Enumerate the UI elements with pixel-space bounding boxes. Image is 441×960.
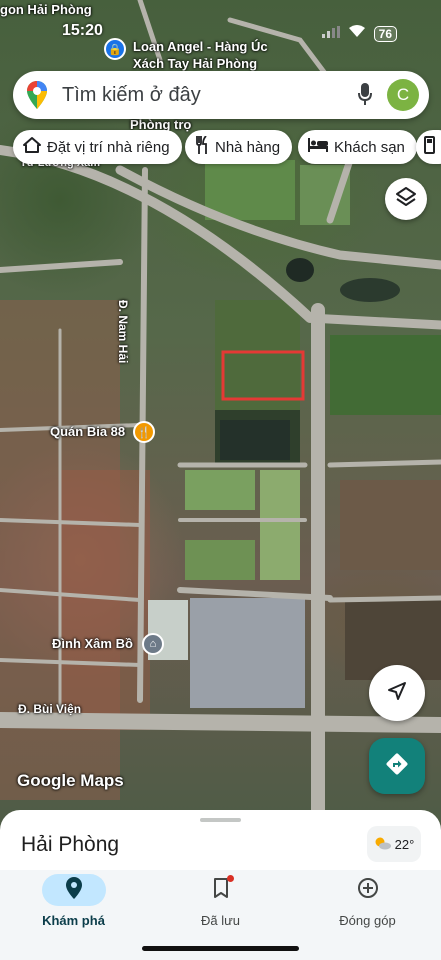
signal-icon <box>321 25 340 43</box>
notification-dot <box>226 874 234 882</box>
mic-icon[interactable] <box>358 83 372 110</box>
chip-hotel[interactable]: Khách sạn <box>298 130 417 164</box>
sheet-title: Hải Phòng <box>21 833 120 856</box>
maps-pin-icon <box>27 81 47 114</box>
nav-icon-container <box>336 874 400 906</box>
location-pin-icon <box>65 876 82 904</box>
status-bar: 15:20 76 <box>0 0 441 46</box>
nav-icon-container <box>189 874 253 906</box>
bookmark-icon <box>213 874 234 903</box>
battery-icon: 76 <box>373 25 397 42</box>
home-icon <box>23 136 41 158</box>
nav-item-saved[interactable]: Đã lưu <box>147 870 294 940</box>
hotel-icon <box>308 138 328 156</box>
map-label-quan-bia[interactable]: Quán Bia 88 <box>50 424 125 439</box>
restaurant-pin-icon[interactable]: 🍴 <box>133 421 155 443</box>
chip-label: Khách sạn <box>334 138 405 156</box>
chip-home[interactable]: Đặt vị trí nhà riêng <box>13 130 182 164</box>
wifi-icon <box>348 24 366 43</box>
directions-icon <box>384 751 410 782</box>
chip-label: Đặt vị trí nhà riêng <box>47 138 170 156</box>
temperature: 22° <box>394 836 415 852</box>
search-input[interactable]: Tìm kiếm ở đây <box>62 84 201 107</box>
gas-station-icon <box>424 136 440 158</box>
restaurant-icon <box>195 135 209 158</box>
street-label-nam-hai: Đ. Nam Hải <box>116 300 130 364</box>
chip-restaurant[interactable]: Nhà hàng <box>185 130 293 164</box>
directions-button[interactable] <box>369 738 425 794</box>
search-bar[interactable]: Tìm kiếm ở đây C <box>13 71 429 119</box>
navigation-arrow-icon <box>386 680 408 707</box>
avatar[interactable]: C <box>387 79 419 111</box>
nav-label: Đã lưu <box>200 913 241 928</box>
nav-label: Khám phá <box>42 913 105 928</box>
nav-label: Đóng góp <box>339 913 396 928</box>
nav-item-contribute[interactable]: Đóng góp <box>294 870 441 940</box>
sheet-drag-handle[interactable] <box>200 818 241 822</box>
weather-badge[interactable]: 22° <box>367 826 421 862</box>
add-circle-icon <box>357 877 379 904</box>
layers-button[interactable] <box>385 178 427 220</box>
landmark-pin-icon[interactable]: ⌂ <box>142 633 164 655</box>
partly-cloudy-icon <box>374 836 392 853</box>
home-indicator[interactable] <box>142 946 299 951</box>
status-icons: 76 <box>321 24 397 43</box>
nav-active-indicator <box>41 874 106 906</box>
chip-label: Nhà hàng <box>215 138 281 156</box>
layers-icon <box>395 186 417 213</box>
nav-item-explore[interactable]: Khám phá <box>0 870 147 940</box>
my-location-button[interactable] <box>369 665 425 721</box>
google-maps-watermark: Google Maps <box>17 771 124 790</box>
map-label-dinh-xam-bo[interactable]: Đình Xâm Bồ <box>52 636 133 651</box>
status-time: 15:20 <box>62 22 103 39</box>
street-label-bui-vien: Đ. Bùi Viện <box>18 702 82 716</box>
